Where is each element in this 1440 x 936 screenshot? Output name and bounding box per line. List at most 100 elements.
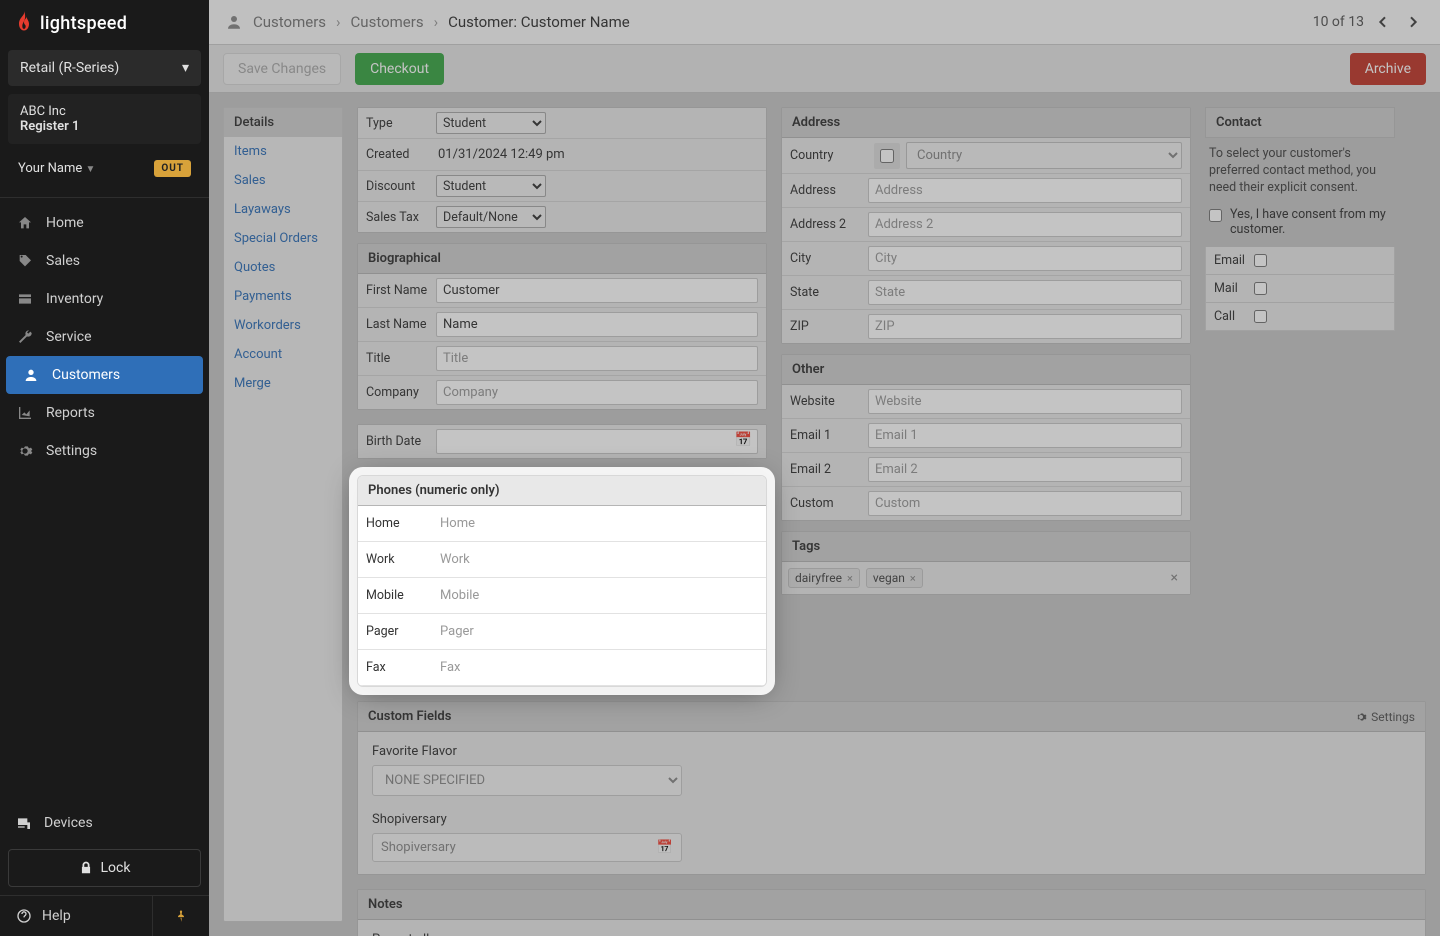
consent-text: Yes, I have consent from my customer. bbox=[1230, 207, 1391, 237]
contact-email-label: Email bbox=[1214, 253, 1254, 268]
address2-label: Address 2 bbox=[782, 211, 868, 238]
lock-button[interactable]: Lock bbox=[8, 849, 201, 887]
nav-service[interactable]: Service bbox=[0, 318, 209, 356]
tag-remove[interactable]: × bbox=[847, 572, 853, 585]
state-input[interactable] bbox=[868, 280, 1182, 305]
chart-icon bbox=[16, 404, 34, 422]
state-label: State bbox=[782, 279, 868, 306]
tag-remove[interactable]: × bbox=[910, 572, 916, 585]
tags-clear[interactable]: × bbox=[1165, 570, 1184, 586]
company-input[interactable] bbox=[436, 380, 758, 405]
phone-work-input[interactable] bbox=[436, 546, 758, 573]
nav-customers[interactable]: Customers bbox=[6, 356, 203, 394]
save-button[interactable]: Save Changes bbox=[223, 53, 341, 85]
email2-input[interactable] bbox=[868, 457, 1182, 482]
company-label: Company bbox=[358, 379, 436, 406]
tab-quotes[interactable]: Quotes bbox=[224, 253, 342, 282]
tab-workorders[interactable]: Workorders bbox=[224, 311, 342, 340]
pin-icon bbox=[174, 908, 188, 924]
nav: Home Sales Inventory Service Customers R… bbox=[0, 197, 209, 470]
pin-button[interactable] bbox=[153, 896, 209, 936]
register-name: Register 1 bbox=[20, 119, 189, 134]
tab-account[interactable]: Account bbox=[224, 340, 342, 369]
nav-home[interactable]: Home bbox=[0, 204, 209, 242]
phones-header: Phones (numeric only) bbox=[358, 476, 766, 506]
city-input[interactable] bbox=[868, 246, 1182, 271]
pager-text: 10 of 13 bbox=[1313, 14, 1364, 30]
calendar-icon[interactable]: 📅 bbox=[735, 432, 752, 448]
contact-call-row: Call bbox=[1205, 303, 1395, 331]
location-block[interactable]: ABC Inc Register 1 bbox=[8, 94, 201, 144]
tab-sales[interactable]: Sales bbox=[224, 166, 342, 195]
address-input[interactable] bbox=[868, 178, 1182, 203]
nav-settings[interactable]: Settings bbox=[0, 432, 209, 470]
contact-column: Contact To select your customer's prefer… bbox=[1205, 107, 1395, 687]
biographical-panel: Biographical First Name Last Name Title … bbox=[357, 243, 767, 410]
topbar: Customers › Customers › Customer: Custom… bbox=[209, 0, 1440, 45]
discount-select[interactable]: Student bbox=[436, 175, 546, 197]
contact-mail-checkbox[interactable] bbox=[1254, 282, 1267, 295]
last-name-label: Last Name bbox=[358, 311, 436, 338]
shopiversary-label: Shopiversary bbox=[372, 812, 1411, 827]
country-select[interactable]: Country bbox=[906, 142, 1182, 169]
nav-devices[interactable]: Devices bbox=[0, 805, 209, 841]
type-select[interactable]: Student bbox=[436, 112, 546, 134]
contact-email-checkbox[interactable] bbox=[1254, 254, 1267, 267]
tab-merge[interactable]: Merge bbox=[224, 369, 342, 398]
breadcrumb-link[interactable]: Customers bbox=[351, 13, 424, 31]
checkout-button[interactable]: Checkout bbox=[355, 53, 444, 85]
phone-pager-input[interactable] bbox=[436, 618, 758, 645]
email1-label: Email 1 bbox=[782, 422, 868, 449]
pager: 10 of 13 bbox=[1313, 11, 1424, 33]
tab-details[interactable]: Details bbox=[224, 108, 342, 137]
address2-input[interactable] bbox=[868, 212, 1182, 237]
salestax-select[interactable]: Default/None bbox=[436, 206, 546, 228]
tab-items[interactable]: Items bbox=[224, 137, 342, 166]
notes-body[interactable]: Peanut allergy bbox=[358, 920, 1425, 936]
country-row: Country Country bbox=[782, 138, 1190, 174]
out-badge[interactable]: OUT bbox=[154, 160, 191, 177]
phone-mobile-input[interactable] bbox=[436, 582, 758, 609]
breadcrumb-link[interactable]: Customers bbox=[253, 13, 326, 31]
detail-tabs: Details Items Sales Layaways Special Ord… bbox=[223, 107, 343, 922]
birthdate-input[interactable] bbox=[436, 429, 758, 454]
lock-label: Lock bbox=[101, 860, 131, 876]
website-input[interactable] bbox=[868, 389, 1182, 414]
shopiversary-input[interactable]: Shopiversary 📅 bbox=[372, 833, 682, 862]
consent-checkbox[interactable] bbox=[1209, 209, 1222, 222]
next-button[interactable] bbox=[1402, 11, 1424, 33]
country-checkbox[interactable] bbox=[880, 149, 894, 163]
email1-input[interactable] bbox=[868, 423, 1182, 448]
nav-reports[interactable]: Reports bbox=[0, 394, 209, 432]
tab-payments[interactable]: Payments bbox=[224, 282, 342, 311]
last-name-input[interactable] bbox=[436, 312, 758, 337]
zip-input[interactable] bbox=[868, 314, 1182, 339]
calendar-icon: 📅 bbox=[657, 840, 673, 855]
created-value: 01/31/2024 12:49 pm bbox=[436, 143, 758, 166]
phone-fax-input[interactable] bbox=[436, 654, 758, 681]
user-block[interactable]: Your Name ▼ OUT bbox=[8, 152, 201, 185]
home-icon bbox=[16, 214, 34, 232]
tab-special-orders[interactable]: Special Orders bbox=[224, 224, 342, 253]
nav-label: Sales bbox=[46, 253, 80, 269]
tab-layaways[interactable]: Layaways bbox=[224, 195, 342, 224]
favorite-flavor-select[interactable]: NONE SPECIFIED bbox=[372, 765, 682, 796]
phone-home-input[interactable] bbox=[436, 510, 758, 537]
main: Customers › Customers › Customer: Custom… bbox=[209, 0, 1440, 936]
help-button[interactable]: Help bbox=[0, 896, 153, 936]
nav-inventory[interactable]: Inventory bbox=[0, 280, 209, 318]
first-name-input[interactable] bbox=[436, 278, 758, 303]
custom-input[interactable] bbox=[868, 491, 1182, 516]
contact-mail-label: Mail bbox=[1214, 281, 1254, 296]
prev-button[interactable] bbox=[1372, 11, 1394, 33]
contact-call-checkbox[interactable] bbox=[1254, 310, 1267, 323]
nav-sales[interactable]: Sales bbox=[0, 242, 209, 280]
title-input[interactable] bbox=[436, 346, 758, 371]
product-name: Retail (R-Series) bbox=[20, 60, 119, 76]
phones-panel: Phones (numeric only) Home Work Mobile P… bbox=[357, 475, 767, 687]
custom-fields-settings[interactable]: Settings bbox=[1355, 710, 1415, 724]
product-selector[interactable]: Retail (R-Series) ▾ bbox=[8, 50, 201, 86]
notes-header: Notes bbox=[358, 890, 1425, 920]
archive-button[interactable]: Archive bbox=[1350, 53, 1426, 85]
shopiversary-placeholder: Shopiversary bbox=[381, 840, 456, 855]
